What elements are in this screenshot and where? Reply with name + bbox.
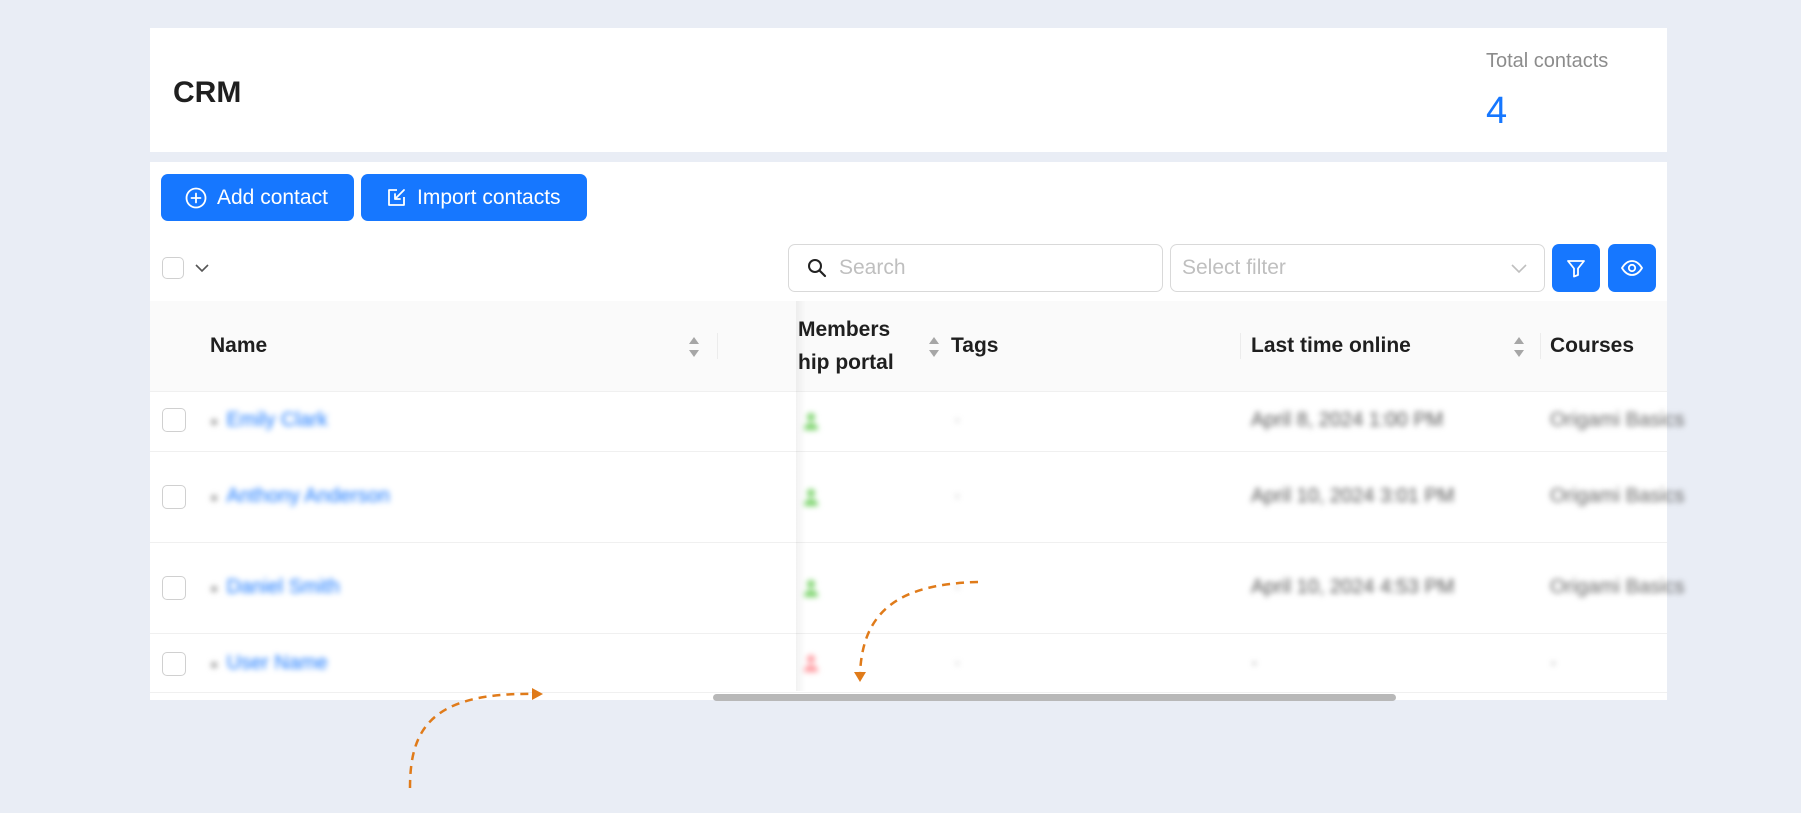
column-divider — [1540, 333, 1541, 359]
apply-filter-button[interactable] — [1552, 244, 1600, 292]
column-header-membership-label: Members hip portal — [798, 313, 894, 379]
eye-icon — [1620, 260, 1644, 276]
column-header-courses-label: Courses — [1550, 334, 1635, 357]
add-contact-label: Add contact — [217, 185, 328, 209]
header-card: CRM Total contacts 4 — [150, 28, 1667, 152]
column-divider — [1240, 333, 1241, 359]
last-online-cell: April 10, 2024 3:01 PM — [1251, 485, 1455, 507]
sort-icon[interactable] — [688, 336, 700, 358]
table-row[interactable]: ● Emily Clark · April 8, 2024 1:00 PM Ori… — [150, 391, 1684, 452]
column-header-courses[interactable]: Courses — [1550, 301, 1667, 391]
filter-select-placeholder: Select filter — [1182, 256, 1286, 279]
horizontal-scrollbar[interactable] — [713, 694, 1396, 701]
row-checkbox[interactable] — [162, 652, 186, 676]
contact-name: Daniel Smith — [226, 576, 340, 598]
table-row[interactable]: ● Daniel Smith · April 10, 2024 4:53 PM O… — [150, 543, 1684, 634]
last-online-cell: April 8, 2024 1:00 PM — [1251, 409, 1444, 431]
contact-name-link[interactable]: ● Emily Clark — [210, 409, 328, 432]
sort-icon[interactable] — [1513, 336, 1525, 358]
import-icon — [388, 188, 405, 206]
column-header-last-online[interactable]: Last time online — [1251, 301, 1541, 391]
column-divider — [717, 333, 718, 359]
membership-label-line1: Members — [798, 318, 891, 341]
column-header-name[interactable]: Name — [210, 301, 718, 391]
membership-label-line2: hip portal — [798, 351, 894, 374]
contact-name-link[interactable]: ● Daniel Smith — [210, 576, 340, 599]
total-contacts-label: Total contacts — [1486, 50, 1609, 72]
contacts-panel: Add contact Import contacts Select filte… — [150, 162, 1684, 701]
column-header-tags-label: Tags — [951, 334, 999, 357]
contact-name-link[interactable]: ● Anthony Anderson — [210, 485, 390, 508]
add-contact-button[interactable]: Add contact — [161, 174, 354, 221]
tags-cell: · — [954, 409, 961, 431]
row-checkbox[interactable] — [162, 485, 186, 509]
contacts-table: Name Members hip portal Tags Last time o… — [150, 301, 1684, 693]
column-header-last-online-label: Last time online — [1251, 334, 1411, 357]
last-online-cell: April 10, 2024 4:53 PM — [1251, 576, 1455, 598]
sort-icon[interactable] — [928, 336, 940, 358]
tags-cell: · — [954, 652, 961, 674]
table-row[interactable]: ● Anthony Anderson · April 10, 2024 3:01 … — [150, 452, 1684, 543]
tags-cell: · — [954, 485, 961, 507]
course-cell: · — [1550, 652, 1557, 674]
search-input[interactable] — [837, 255, 1141, 281]
course-cell: Origami Basics — [1550, 576, 1685, 598]
course-cell: Origami Basics — [1550, 409, 1685, 431]
table-row[interactable]: ● User Name · · · — [150, 634, 1667, 693]
import-contacts-button[interactable]: Import contacts — [361, 174, 587, 221]
table-header: Name Members hip portal Tags Last time o… — [150, 301, 1667, 392]
filter-select[interactable]: Select filter — [1170, 244, 1545, 292]
search-icon — [808, 259, 827, 278]
column-visibility-button[interactable] — [1608, 244, 1656, 292]
select-all-checkbox[interactable] — [162, 257, 184, 279]
import-contacts-label: Import contacts — [417, 185, 561, 209]
course-cell: Origami Basics — [1550, 485, 1685, 507]
contact-name: User Name — [226, 652, 328, 674]
column-header-tags[interactable]: Tags — [951, 301, 1241, 391]
contact-name: Anthony Anderson — [226, 485, 390, 507]
page-title: CRM — [173, 76, 242, 109]
chevron-down-icon[interactable] — [194, 262, 210, 274]
fixed-column-shadow — [796, 301, 806, 691]
column-header-name-label: Name — [210, 334, 268, 357]
last-online-cell: · — [1251, 652, 1258, 674]
funnel-icon — [1567, 260, 1585, 278]
annotation-arrow-right — [408, 692, 536, 789]
row-checkbox[interactable] — [162, 408, 186, 432]
contact-name-link[interactable]: ● User Name — [210, 652, 328, 675]
search-field[interactable] — [788, 244, 1163, 292]
total-contacts-value: 4 — [1486, 90, 1508, 132]
chevron-down-icon — [1511, 264, 1527, 274]
column-header-membership-portal[interactable]: Members hip portal — [798, 301, 940, 391]
plus-circle-icon — [185, 187, 207, 208]
tags-cell: · — [954, 576, 961, 598]
row-checkbox[interactable] — [162, 576, 186, 600]
contact-name: Emily Clark — [226, 409, 328, 431]
